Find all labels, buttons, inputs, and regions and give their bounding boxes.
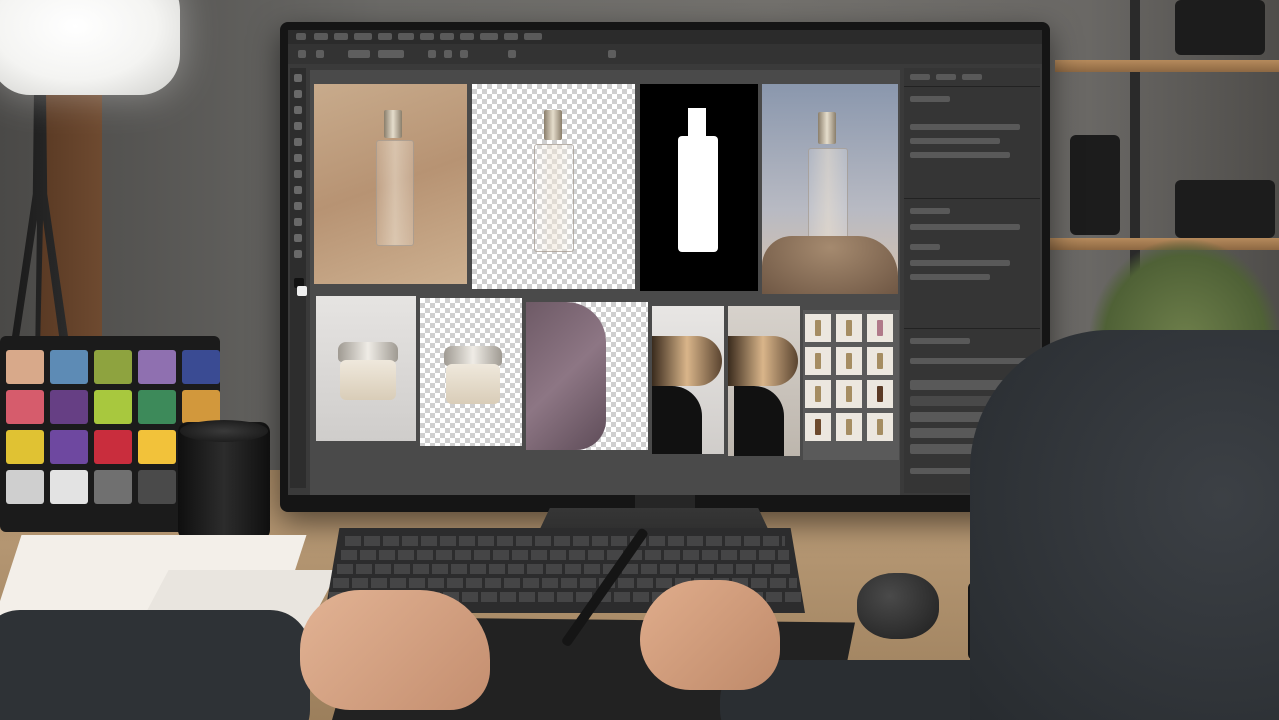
menu-item[interactable] <box>354 33 372 40</box>
color-patch <box>50 430 88 464</box>
color-patch <box>6 390 44 424</box>
color-patch <box>6 430 44 464</box>
menu-item[interactable] <box>420 33 434 40</box>
left-sleeve <box>0 610 310 720</box>
color-patch <box>182 390 220 424</box>
menu-item[interactable] <box>504 33 518 40</box>
person-shoulder <box>970 330 1279 720</box>
color-patch <box>94 470 132 504</box>
type-icon[interactable] <box>294 218 302 226</box>
lens-prop <box>1070 135 1120 235</box>
tool-options-bar <box>288 44 1042 64</box>
eyedropper-icon[interactable] <box>294 138 302 146</box>
right-hand <box>640 580 780 690</box>
app-logo-icon[interactable] <box>296 33 306 40</box>
color-patch <box>94 430 132 464</box>
color-patch <box>94 390 132 424</box>
color-patch <box>182 350 220 384</box>
menu-item[interactable] <box>460 33 474 40</box>
monitor-screen <box>288 30 1042 495</box>
cream-jar-photo[interactable] <box>316 296 416 441</box>
lasso-icon[interactable] <box>294 106 302 114</box>
gold-sculpture-photo-alt[interactable] <box>728 306 800 456</box>
left-hand <box>300 590 490 710</box>
menu-item[interactable] <box>378 33 392 40</box>
layer-dropdown[interactable] <box>378 50 404 58</box>
color-patch <box>50 470 88 504</box>
panel-tab[interactable] <box>962 74 982 80</box>
color-patch <box>138 470 176 504</box>
align-icon[interactable] <box>460 50 468 58</box>
perfume-on-rock-photo[interactable] <box>762 84 898 294</box>
product-contact-sheet[interactable] <box>803 310 899 460</box>
camera-prop <box>1175 0 1265 55</box>
menu-item[interactable] <box>398 33 414 40</box>
color-patch <box>50 350 88 384</box>
home-icon[interactable] <box>298 50 306 58</box>
auto-select-checkbox[interactable] <box>348 50 370 58</box>
tools-panel <box>290 68 307 488</box>
camera-body-prop <box>1175 180 1275 238</box>
document-canvas[interactable] <box>310 70 900 495</box>
cream-jar-cutout[interactable] <box>420 298 522 446</box>
menu-item[interactable] <box>314 33 328 40</box>
align-icon[interactable] <box>428 50 436 58</box>
marquee-icon[interactable] <box>294 90 302 98</box>
studio-scene <box>0 0 1279 720</box>
layers-panel-tab[interactable] <box>910 338 970 344</box>
color-patch <box>6 470 44 504</box>
align-icon[interactable] <box>444 50 452 58</box>
brush-icon[interactable] <box>294 154 302 162</box>
distribute-icon[interactable] <box>508 50 516 58</box>
move-tool-option-icon[interactable] <box>316 50 324 58</box>
background-color-swatch[interactable] <box>297 286 307 296</box>
computer-mouse[interactable] <box>857 573 939 639</box>
color-patch <box>6 350 44 384</box>
menu-item[interactable] <box>480 33 498 40</box>
color-patch <box>138 390 176 424</box>
softbox-light <box>0 0 180 95</box>
menu-item[interactable] <box>524 33 542 40</box>
fabric-cutout[interactable] <box>526 302 648 450</box>
eraser-icon[interactable] <box>294 170 302 178</box>
color-patch <box>138 350 176 384</box>
color-patch <box>94 350 132 384</box>
perfume-cutout-transparent[interactable] <box>472 84 635 289</box>
color-patch <box>138 430 176 464</box>
lens-front-element <box>180 420 268 442</box>
shelf-top <box>1055 60 1279 72</box>
pen-tool-icon[interactable] <box>294 202 302 210</box>
3d-mode-icon[interactable] <box>608 50 616 58</box>
menu-item[interactable] <box>334 33 348 40</box>
perfume-mask-silhouette[interactable] <box>640 84 758 291</box>
app-menu-bar <box>288 30 1042 44</box>
zoom-icon[interactable] <box>294 250 302 258</box>
gold-sculpture-photo[interactable] <box>652 306 724 454</box>
hand-icon[interactable] <box>294 234 302 242</box>
perfume-on-sand-photo[interactable] <box>314 84 467 284</box>
crop-icon[interactable] <box>294 122 302 130</box>
panel-tab[interactable] <box>936 74 956 80</box>
layer-filter-bar[interactable] <box>910 358 1030 364</box>
color-patch <box>50 390 88 424</box>
menu-item[interactable] <box>440 33 454 40</box>
gradient-icon[interactable] <box>294 186 302 194</box>
move-icon[interactable] <box>294 74 302 82</box>
panel-tab[interactable] <box>910 74 930 80</box>
